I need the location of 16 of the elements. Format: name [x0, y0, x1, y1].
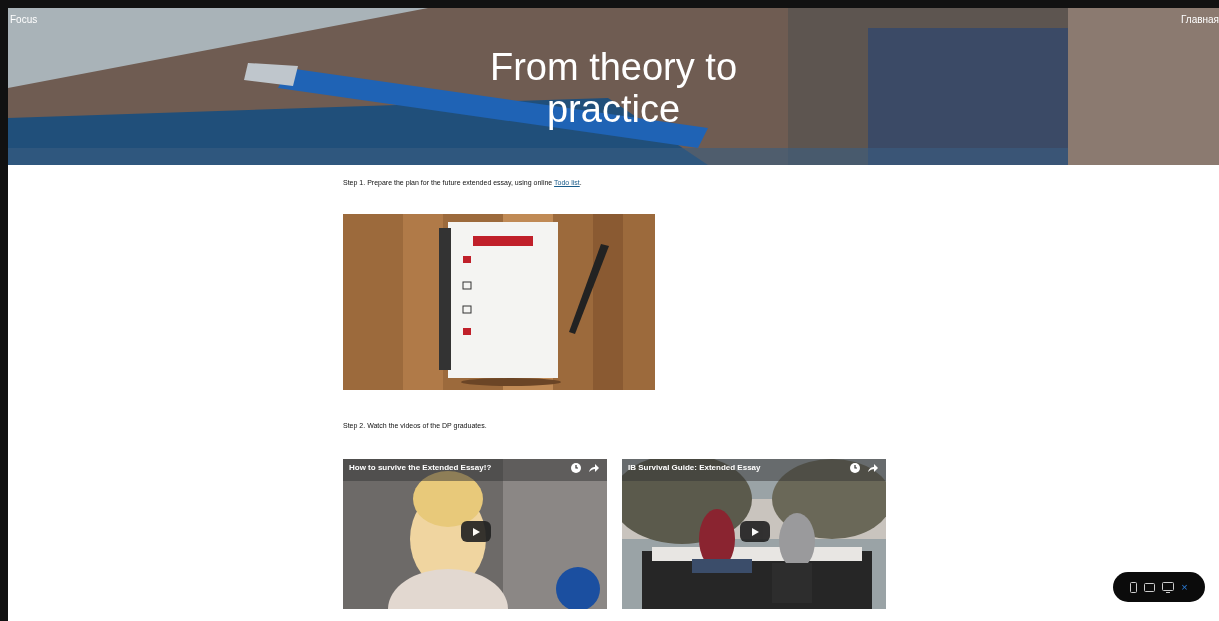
- clock-icon[interactable]: [850, 463, 860, 473]
- nav-link[interactable]: Главная: [1180, 14, 1219, 25]
- phone-icon[interactable]: [1130, 581, 1138, 593]
- tablet-icon[interactable]: [1144, 582, 1156, 592]
- page-title: From theory to practice: [488, 46, 739, 130]
- video-player[interactable]: How to survive the Extended Essay!?: [343, 459, 607, 609]
- play-icon: [750, 526, 760, 537]
- clock-icon[interactable]: [571, 463, 581, 473]
- play-icon: [471, 526, 481, 537]
- monitor-icon[interactable]: [1162, 581, 1175, 593]
- video-player[interactable]: IB Survival Guide: Extended Essay: [622, 459, 886, 609]
- play-button[interactable]: [740, 521, 770, 542]
- close-button[interactable]: ×: [1181, 581, 1188, 593]
- share-icon[interactable]: [589, 463, 599, 473]
- share-icon[interactable]: [868, 463, 878, 473]
- play-button[interactable]: [461, 521, 491, 542]
